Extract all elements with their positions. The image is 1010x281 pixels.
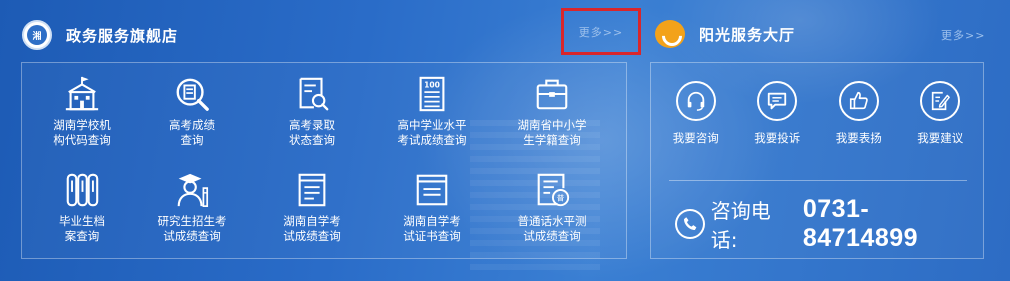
certificate-icon [416, 174, 448, 206]
tile-label: 湖南自学考 试成绩查询 [283, 214, 341, 243]
right-section-header: 阳光服务大厅 [655, 20, 795, 48]
magnifier-document-icon [176, 78, 209, 111]
hotline-label: 咨询电话: [710, 199, 771, 252]
headset-icon [687, 91, 704, 111]
tile-label: 高考录取 状态查询 [289, 118, 335, 147]
tile-label: 湖南省中小学 生学籍查询 [517, 118, 587, 147]
sunshine-service-panel: 我要咨询 我要投诉 我要表扬 我要建议 咨询电话: 0731-84714899 [650, 62, 984, 259]
emblem-icon: 湘 [22, 20, 52, 50]
tile-label: 高中学业水平 考试成绩查询 [397, 118, 467, 147]
tile-postgraduate-score-query[interactable]: 研究生招生考 试成绩查询 [132, 171, 252, 244]
thumbs-up-icon [849, 91, 868, 110]
government-services-panel: 湖南学校机 构代码查询 高考成绩 查询 高考录取 状态查询 100 高中学业水平… [21, 62, 627, 259]
tile-label: 毕业生档 案查询 [59, 214, 105, 243]
score-100-icon: 100 [419, 76, 445, 112]
tile-self-exam-certificate-query[interactable]: 湖南自学考 试证书查询 [372, 171, 492, 244]
svg-text:普: 普 [557, 192, 565, 202]
service-suggest[interactable]: 我要建议 [902, 81, 978, 146]
service-complain[interactable]: 我要投诉 [739, 81, 815, 146]
tile-label: 湖南学校机 构代码查询 [53, 118, 111, 147]
right-more-link[interactable]: 更多>> [941, 27, 985, 43]
service-icon-circle [757, 81, 798, 121]
exam-book-icon [298, 173, 326, 207]
tile-school-code-query[interactable]: 湖南学校机 构代码查询 [22, 75, 142, 148]
chat-icon [768, 92, 787, 110]
archive-binders-icon [66, 173, 99, 207]
tile-label: 研究生招生考 试成绩查询 [157, 214, 227, 243]
graduate-icon [177, 173, 209, 208]
edit-icon [932, 91, 951, 111]
service-consult[interactable]: 我要咨询 [658, 81, 734, 146]
service-icon-circle [838, 81, 879, 121]
tile-label: 普通话水平测 试成绩查询 [517, 214, 587, 243]
emblem-text: 湘 [27, 25, 47, 45]
divider [669, 180, 967, 181]
tile-self-exam-score-query[interactable]: 湖南自学考 试成绩查询 [252, 171, 372, 244]
left-more-link[interactable]: 更多>> [561, 8, 641, 55]
school-building-icon [65, 76, 99, 111]
tile-graduate-archive-query[interactable]: 毕业生档 案查询 [22, 171, 142, 244]
sunshine-logo-icon [655, 20, 685, 48]
service-icon-circle [920, 81, 961, 121]
service-icon-circle [675, 81, 716, 121]
left-section-title: 政务服务旗舰店 [66, 26, 179, 45]
phone-icon [675, 209, 705, 239]
svg-text:100: 100 [424, 80, 440, 89]
service-label: 我要投诉 [754, 131, 801, 145]
service-label: 我要表扬 [835, 131, 882, 145]
service-label: 我要建议 [917, 131, 964, 145]
tile-label: 湖南自学考 试证书查询 [403, 214, 461, 243]
tile-mandarin-test-query[interactable]: 普 普通话水平测 试成绩查询 [492, 171, 612, 244]
right-section-title: 阳光服务大厅 [699, 25, 796, 44]
hotline-number: 0731-84714899 [802, 195, 919, 252]
tile-label: 高考成绩 查询 [169, 118, 215, 147]
tile-gaokao-score-query[interactable]: 高考成绩 查询 [132, 75, 252, 148]
tile-gaokao-admission-query[interactable]: 高考录取 状态查询 [252, 75, 372, 148]
mandarin-test-icon: 普 [537, 173, 570, 207]
search-document-icon [299, 77, 329, 111]
left-section-header: 湘 政务服务旗舰店 [22, 20, 178, 50]
hotline: 咨询电话: 0731-84714899 [675, 195, 983, 253]
tile-student-status-query[interactable]: 湖南省中小学 生学籍查询 [492, 75, 612, 148]
service-praise[interactable]: 我要表扬 [821, 81, 897, 146]
tile-academic-level-query[interactable]: 100 高中学业水平 考试成绩查询 [372, 75, 492, 148]
service-label: 我要咨询 [672, 131, 719, 145]
briefcase-icon [536, 79, 568, 110]
